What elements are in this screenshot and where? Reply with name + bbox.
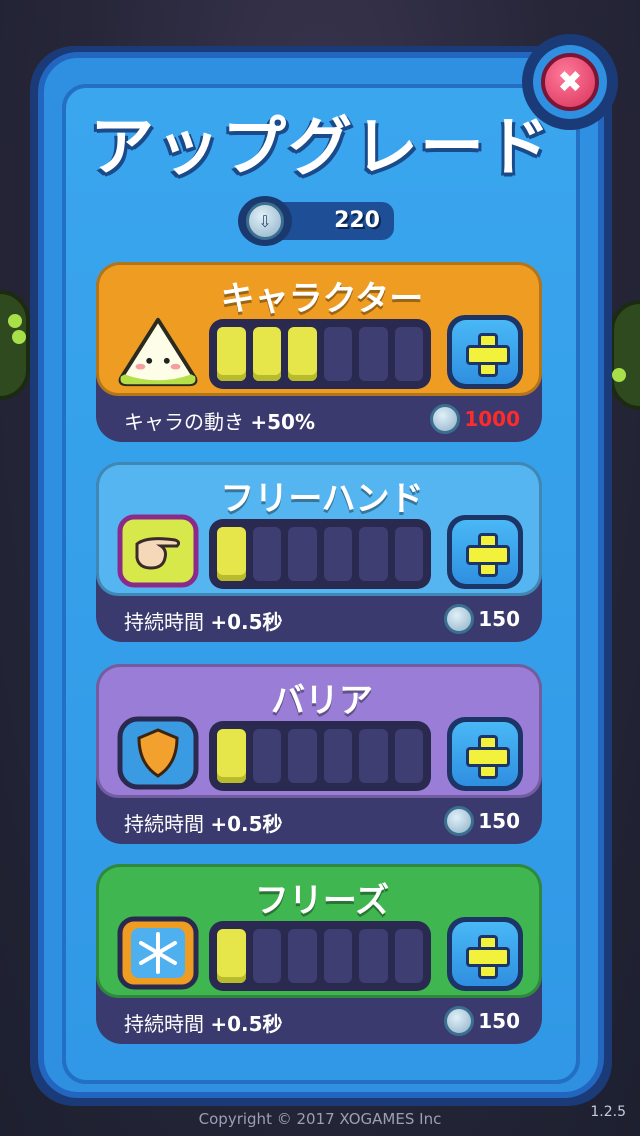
upgrade-plus-button[interactable] [447,315,523,389]
level-segment [288,527,317,581]
coin-icon [430,404,461,434]
upgrade-name: キャラクター [220,279,424,319]
level-segment [394,527,423,581]
level-segment [323,729,352,783]
level-segment [252,527,281,581]
version-text: 1.2.5 [590,1104,626,1120]
upgrade-card: バリア持続時間 +0.5秒 150 [96,664,542,844]
coin-balance: 220 ⇩ [238,196,394,246]
level-segment [359,327,388,381]
level-segment [252,729,281,783]
background-dot [612,368,626,382]
coin-icon: ⇩ [238,196,292,246]
background-dot [8,314,22,328]
snowflake-icon [117,916,199,990]
rice-ball-character-icon [117,315,199,387]
upgrade-plus-button[interactable] [447,917,523,991]
upgrade-name: バリア [271,681,373,721]
cost-value: 1000 [464,407,520,431]
level-segment [359,527,388,581]
upgrade-cost: 150 [444,1006,520,1036]
upgrade-effect: 持続時間 +0.5秒 [124,1008,283,1037]
level-segment [359,929,388,983]
level-segment [288,929,317,983]
upgrade-card: キャラクターキャラの動き +50% 1000 [96,262,542,442]
level-bar [209,721,431,791]
level-segment [359,729,388,783]
level-bar [209,519,431,589]
effect-value: +0.5秒 [210,812,283,836]
plus-icon [466,735,510,779]
effect-value: +0.5秒 [210,1012,283,1036]
upgrade-effect: 持続時間 +0.5秒 [124,808,283,837]
level-segment [394,729,423,783]
copyright-text: Copyright © 2017 XOGAMES Inc [198,1110,442,1128]
level-segment [252,327,281,381]
upgrade-plus-button[interactable] [447,717,523,791]
level-segment [217,929,246,983]
pointing-hand-icon [117,514,199,588]
effect-label: 持続時間 [124,812,204,836]
level-segment [394,327,423,381]
upgrade-cost: 1000 [430,404,520,434]
dialog-title: アップグレード [90,111,552,185]
plus-icon [466,935,510,979]
level-segment [394,929,423,983]
level-segment [323,327,352,381]
effect-label: 持続時間 [124,1012,204,1036]
plus-icon [466,533,510,577]
level-bar [209,319,431,389]
upgrade-effect: 持続時間 +0.5秒 [124,606,283,635]
cost-value: 150 [478,607,520,631]
coin-icon [444,806,475,836]
cost-value: 150 [478,809,520,833]
coin-balance-value: 220 [334,208,380,233]
level-segment [217,729,246,783]
upgrade-effect: キャラの動き +50% [124,406,315,435]
upgrade-cost: 150 [444,806,520,836]
background-character-left [0,290,30,400]
level-segment [323,527,352,581]
level-segment [217,327,246,381]
level-bar [209,921,431,991]
effect-label: キャラの動き [124,410,244,434]
level-segment [217,527,246,581]
background-dot [12,330,26,344]
plus-icon [466,333,510,377]
upgrade-card: フリーズ持続時間 +0.5秒 150 [96,864,542,1044]
upgrade-name: フリーズ [254,881,390,921]
upgrade-card: フリーハンド持続時間 +0.5秒 150 [96,462,542,642]
effect-label: 持続時間 [124,610,204,634]
effect-value: +0.5秒 [210,610,283,634]
level-segment [323,929,352,983]
effect-value: +50% [250,410,315,434]
cost-value: 150 [478,1009,520,1033]
level-segment [252,929,281,983]
level-segment [288,729,317,783]
coin-icon [444,1006,475,1036]
background-character-right [610,300,640,410]
coin-icon [444,604,475,634]
shield-icon [117,716,199,790]
upgrade-plus-button[interactable] [447,515,523,589]
level-segment [288,327,317,381]
upgrade-cost: 150 [444,604,520,634]
upgrade-name: フリーハンド [220,479,424,519]
